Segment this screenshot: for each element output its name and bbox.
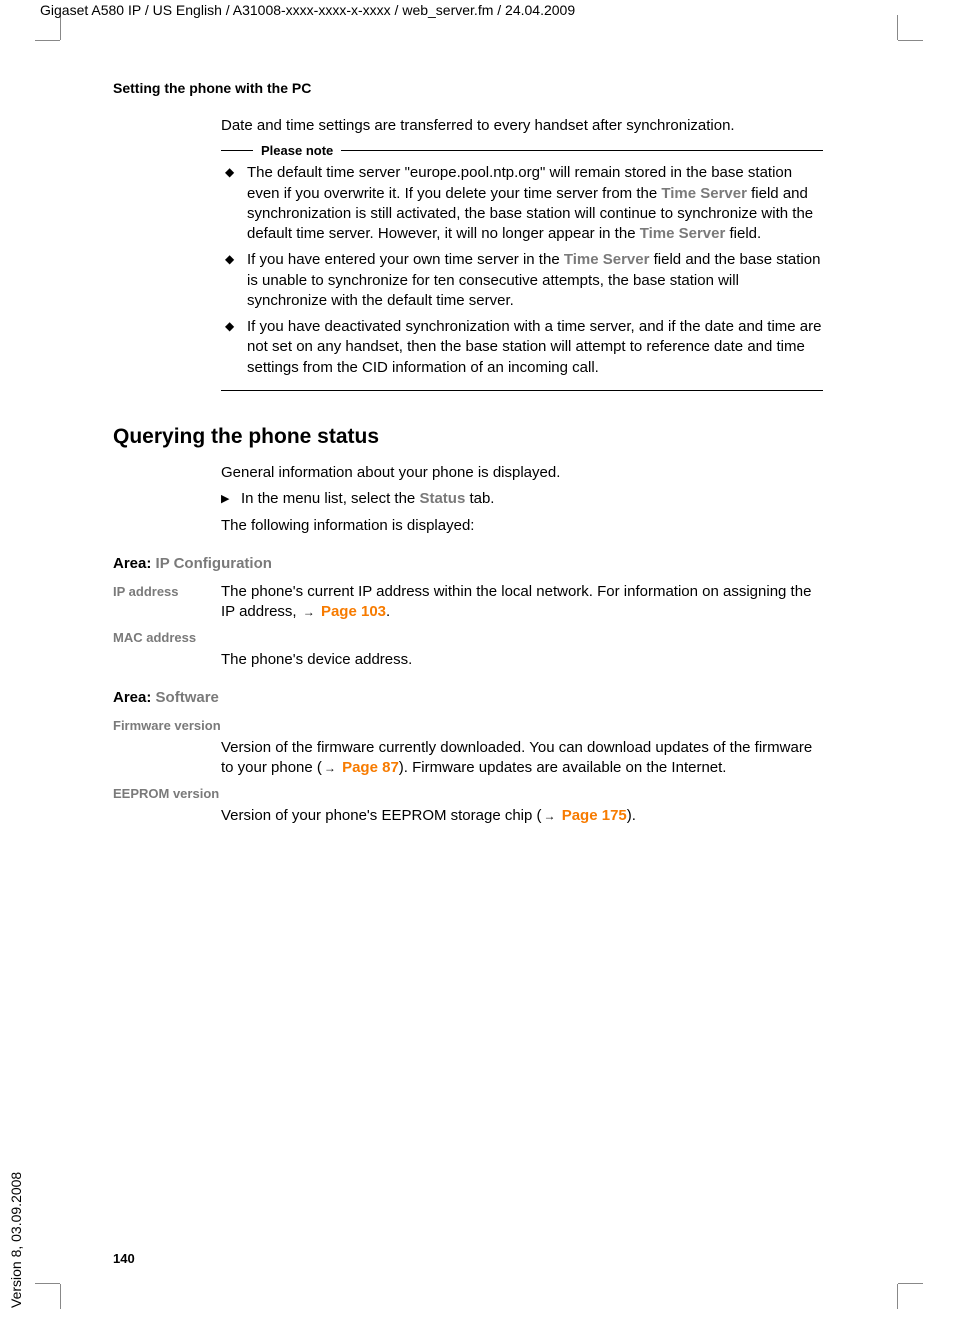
desc-text: ). Firmware updates are available on the…	[399, 759, 727, 776]
status-term: Status	[419, 490, 465, 507]
page-link[interactable]: Page 87	[342, 759, 399, 776]
crop-mark	[35, 40, 60, 41]
note-box: Please note The default time server "eur…	[221, 150, 823, 391]
page-link[interactable]: Page 175	[562, 807, 627, 824]
general-info: General information about your phone is …	[113, 463, 823, 483]
time-server-term: Time Server	[640, 225, 726, 242]
version-text: Version 8, 03.09.2008	[8, 1172, 24, 1308]
field-ip-address: IP address The phone's current IP addres…	[113, 582, 823, 623]
crop-mark	[898, 1283, 923, 1284]
field-mac-label: MAC address	[113, 629, 823, 647]
section-heading: Setting the phone with the PC	[113, 80, 311, 96]
desc-text: Version of your phone's EEPROM storage c…	[221, 807, 542, 824]
time-server-term: Time Server	[661, 185, 747, 202]
field-eeprom-label: EEPROM version	[113, 785, 823, 803]
note-text: field.	[725, 225, 761, 242]
crop-mark	[898, 40, 923, 41]
arrow-icon: →	[301, 605, 317, 619]
area-heading-ip-configuration: Area: IP Configuration	[113, 554, 823, 574]
field-firmware-label: Firmware version	[113, 717, 823, 735]
intro-text: Date and time settings are transferred t…	[113, 116, 823, 136]
note-item: If you have entered your own time server…	[221, 250, 823, 311]
area-label: Area:	[113, 555, 156, 572]
step-item: In the menu list, select the Status tab.	[113, 489, 823, 509]
field-label: IP address	[113, 582, 221, 623]
time-server-term: Time Server	[564, 251, 650, 268]
crop-mark	[897, 15, 898, 40]
arrow-icon: →	[542, 809, 558, 823]
note-text: If you have entered your own time server…	[247, 251, 564, 268]
field-desc: The phone's current IP address within th…	[221, 582, 823, 623]
area-value: IP Configuration	[156, 555, 272, 572]
arrow-icon: →	[322, 761, 338, 775]
page-number: 140	[113, 1251, 135, 1266]
desc-text: ).	[627, 807, 636, 824]
page-header: Gigaset A580 IP / US English / A31008-xx…	[40, 2, 575, 18]
field-eeprom-desc: Version of your phone's EEPROM storage c…	[113, 806, 823, 826]
field-firmware-desc: Version of the firmware currently downlo…	[113, 738, 823, 779]
area-heading-software: Area: Software	[113, 688, 823, 708]
area-value: Software	[156, 689, 219, 706]
note-item: If you have deactivated synchronization …	[221, 317, 823, 378]
crop-mark	[60, 1284, 61, 1309]
area-label: Area:	[113, 689, 156, 706]
crop-mark	[35, 1283, 60, 1284]
body-content: Date and time settings are transferred t…	[113, 116, 823, 832]
field-mac-desc: The phone's device address.	[113, 650, 823, 670]
step-text: In the menu list, select the	[241, 490, 419, 507]
step-text: tab.	[465, 490, 494, 507]
heading-querying-phone-status: Querying the phone status	[113, 423, 823, 451]
crop-mark	[897, 1284, 898, 1309]
note-item: The default time server "europe.pool.ntp…	[221, 163, 823, 244]
note-title: Please note	[253, 142, 341, 160]
note-text: If you have deactivated synchronization …	[247, 318, 822, 376]
following-info: The following information is displayed:	[113, 516, 823, 536]
crop-mark	[60, 15, 61, 40]
page-link[interactable]: Page 103	[321, 603, 386, 620]
